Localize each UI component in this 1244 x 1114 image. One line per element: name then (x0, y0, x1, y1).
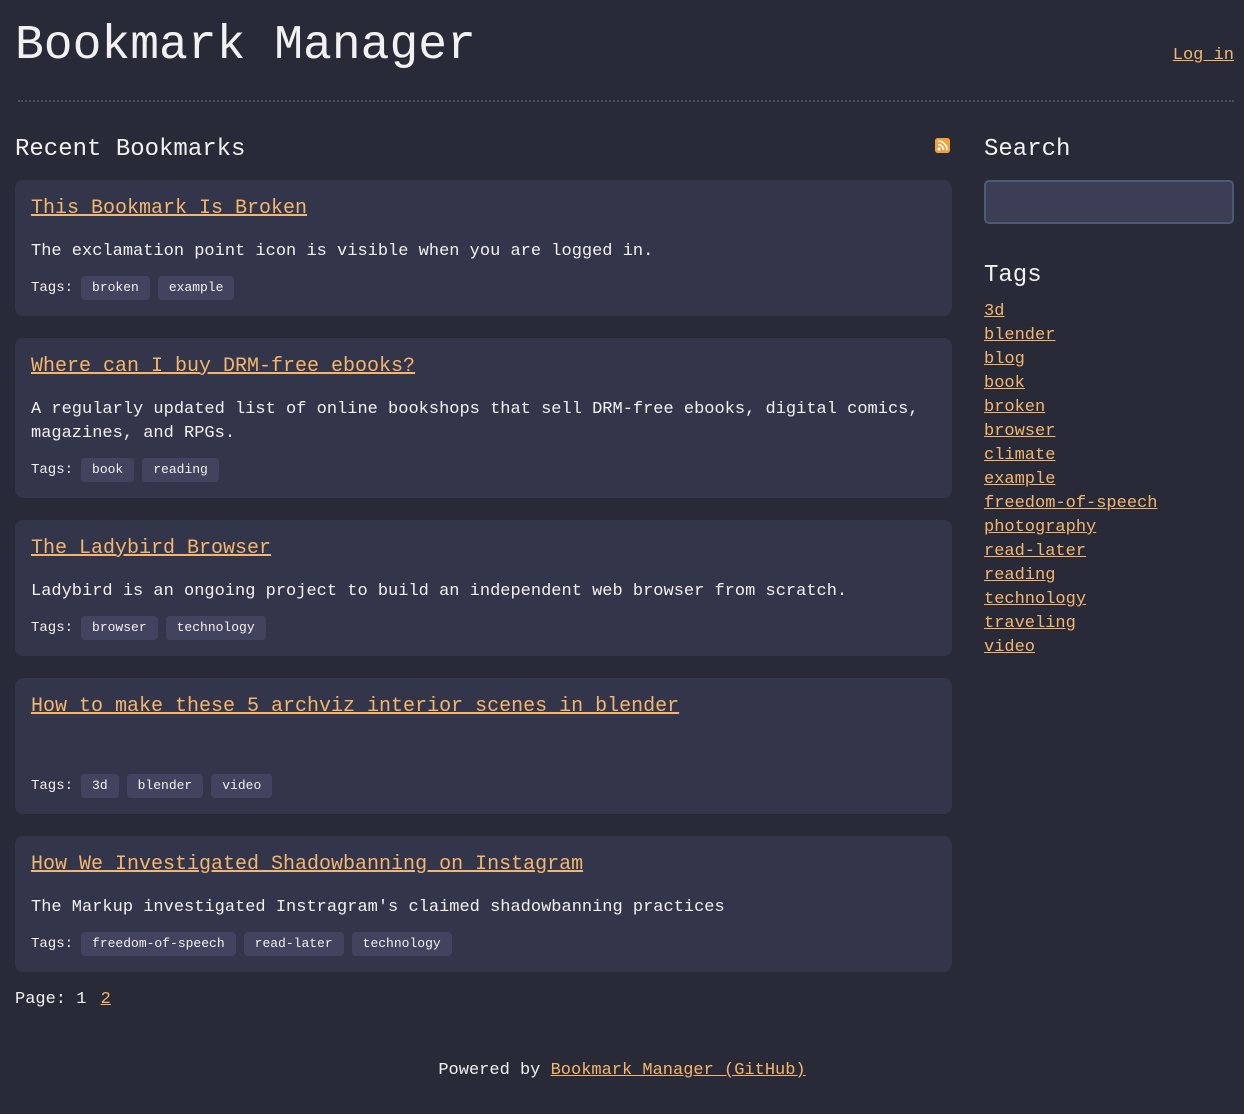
site-footer: Powered by Bookmark Manager (GitHub) (0, 1059, 1244, 1083)
bookmark-card: How We Investigated Shadowbanning on Ins… (15, 836, 952, 972)
tag-chip[interactable]: technology (351, 932, 452, 956)
bookmark-title-link[interactable]: The Ladybird Browser (31, 537, 271, 561)
bookmark-description: The Markup investigated Instragram's cla… (31, 898, 725, 917)
sidebar-tag-item: read-later (984, 540, 1234, 564)
bookmark-title-link[interactable]: This Bookmark Is Broken (31, 197, 307, 221)
sidebar: Search Tags 3d blender blog book broken brows… (984, 130, 1234, 660)
bookmark-card: How to make these 5 archviz interior sce… (15, 678, 952, 814)
site-title: Bookmark Manager (15, 19, 476, 73)
sidebar-tag-link[interactable]: climate (984, 446, 1055, 465)
sidebar-tag-link[interactable]: blog (984, 350, 1025, 369)
login-link[interactable]: Log in (1173, 46, 1234, 66)
sidebar-tag-link[interactable]: traveling (984, 614, 1076, 633)
rss-feed-icon[interactable] (935, 138, 950, 153)
sidebar-tag-link[interactable]: read-later (984, 542, 1086, 561)
tags-label: Tags: (31, 462, 74, 478)
sidebar-tag-item: freedom-of-speech (984, 492, 1234, 516)
bookmark-list: This Bookmark Is Broken The exclamation p… (15, 180, 952, 972)
bookmark-title-link[interactable]: How We Investigated Shadowbanning on Ins… (31, 853, 583, 877)
tag-chip[interactable]: 3d (81, 774, 119, 798)
search-heading: Search (984, 136, 1071, 163)
tags-label: Tags: (31, 936, 74, 952)
tag-chip[interactable]: example (157, 276, 235, 300)
bookmark-card: The Ladybird Browser Ladybird is an ongoi… (15, 520, 952, 656)
bookmark-tags: Tags: broken example (31, 276, 936, 300)
site-header: Bookmark Manager Log in (15, 0, 1234, 102)
recent-bookmarks-heading: Recent Bookmarks (15, 136, 246, 163)
sidebar-tag-item: example (984, 468, 1234, 492)
sidebar-tag-item: photography (984, 516, 1234, 540)
bookmark-description: A regularly updated list of online books… (31, 400, 919, 443)
sidebar-tag-item: blender (984, 324, 1234, 348)
tag-chip[interactable]: broken (81, 276, 150, 300)
sidebar-tag-link[interactable]: photography (984, 518, 1096, 537)
tag-chip[interactable]: read-later (243, 932, 344, 956)
bookmark-tags: Tags: book reading (31, 458, 936, 482)
bookmark-description (31, 738, 936, 762)
pagination: Page: 1 2 (15, 988, 952, 1012)
tag-chip[interactable]: blender (126, 774, 204, 798)
sidebar-tag-link[interactable]: broken (984, 398, 1045, 417)
bookmark-title-link[interactable]: How to make these 5 archviz interior sce… (31, 695, 679, 719)
bookmark-card: Where can I buy DRM-free ebooks? A regula… (15, 338, 952, 498)
bookmark-card: This Bookmark Is Broken The exclamation p… (15, 180, 952, 316)
footer-github-link[interactable]: Bookmark Manager (GitHub) (551, 1061, 806, 1080)
bookmark-description: The exclamation point icon is visible wh… (31, 242, 654, 261)
sidebar-tag-item: reading (984, 564, 1234, 588)
bookmark-tags: Tags: 3d blender video (31, 774, 936, 798)
sidebar-tag-item: broken (984, 396, 1234, 420)
tag-chip[interactable]: video (211, 774, 273, 798)
sidebar-tag-link[interactable]: 3d (984, 302, 1004, 321)
tags-label: Tags: (31, 620, 74, 636)
sidebar-tag-item: climate (984, 444, 1234, 468)
recent-bookmarks-header: Recent Bookmarks (15, 130, 952, 170)
tag-chip[interactable]: book (81, 458, 135, 482)
sidebar-tag-link[interactable]: technology (984, 590, 1086, 609)
sidebar-tag-link[interactable]: reading (984, 566, 1055, 585)
tag-chip[interactable]: technology (165, 616, 266, 640)
bookmark-tags: Tags: browser technology (31, 616, 936, 640)
tag-chip[interactable]: browser (81, 616, 158, 640)
pagination-label: Page: (15, 990, 67, 1009)
tags-label: Tags: (31, 280, 74, 296)
sidebar-tag-item: book (984, 372, 1234, 396)
bookmark-description: Ladybird is an ongoing project to build … (31, 582, 848, 601)
footer-prefix: Powered by (438, 1061, 541, 1080)
sidebar-tag-link[interactable]: book (984, 374, 1025, 393)
sidebar-tag-item: video (984, 636, 1234, 660)
sidebar-tag-item: 3d (984, 300, 1234, 324)
tags-heading: Tags (984, 262, 1042, 289)
bookmark-title-link[interactable]: Where can I buy DRM-free ebooks? (31, 355, 415, 379)
sidebar-tag-item: technology (984, 588, 1234, 612)
sidebar-tag-item: blog (984, 348, 1234, 372)
tag-chip[interactable]: reading (142, 458, 219, 482)
sidebar-tag-item: browser (984, 420, 1234, 444)
bookmark-tags: Tags: freedom-of-speech read-later technolo… (31, 932, 936, 956)
sidebar-tag-link[interactable]: example (984, 470, 1055, 489)
tags-label: Tags: (31, 778, 74, 794)
main-content: Recent Bookmarks This Bookmark Is Broken… (15, 130, 952, 1012)
search-input[interactable] (984, 180, 1234, 224)
sidebar-tag-link[interactable]: video (984, 638, 1035, 657)
header-divider (18, 100, 1234, 102)
sidebar-tag-list: 3d blender blog book broken browser climate exa… (984, 300, 1234, 660)
tag-chip[interactable]: freedom-of-speech (81, 932, 236, 956)
pagination-page-2-link[interactable]: 2 (101, 990, 111, 1009)
pagination-current-page: 1 (76, 990, 87, 1009)
sidebar-tag-link[interactable]: browser (984, 422, 1055, 441)
sidebar-tag-link[interactable]: freedom-of-speech (984, 494, 1157, 513)
sidebar-tag-item: traveling (984, 612, 1234, 636)
sidebar-tag-link[interactable]: blender (984, 326, 1055, 345)
